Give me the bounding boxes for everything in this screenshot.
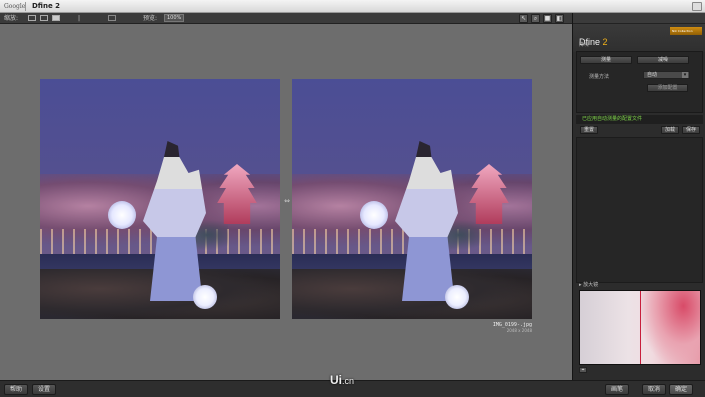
cancel-button[interactable]: 取消 — [642, 384, 666, 395]
add-profile-button[interactable]: 添加配置 — [647, 84, 688, 92]
save-button[interactable]: 保存 — [682, 126, 700, 134]
load-button[interactable]: 加载 — [661, 126, 679, 134]
processed-photo[interactable] — [292, 79, 532, 319]
foreground-color-icon[interactable]: ◧ — [555, 14, 564, 23]
single-view-icon[interactable] — [28, 15, 36, 21]
method-label: 测量方法 — [589, 74, 610, 80]
preview-zoom-dropdown[interactable]: 100% — [164, 14, 184, 22]
settings-button[interactable]: 设置 — [32, 384, 56, 395]
loupe-preview[interactable] — [579, 290, 701, 365]
measure-noise-button[interactable]: 测量 — [580, 56, 632, 64]
ok-button[interactable]: 确定 — [669, 384, 693, 395]
reset-button[interactable]: 重置 — [580, 126, 598, 134]
split-view-icon[interactable] — [40, 15, 48, 21]
sync-views-icon[interactable]: ⇔ — [283, 198, 291, 205]
panel-top-bar — [573, 13, 705, 24]
panel-header: Dfine 2 Nik Collection — [573, 24, 705, 52]
status-message: 已应用自动测量的配置文件 — [576, 115, 703, 124]
zoom-label: 缩放: — [4, 15, 19, 22]
google-label: Google — [4, 3, 26, 10]
background-color-icon[interactable]: ■ — [543, 14, 552, 23]
file-dimensions: 2048 x 2048 — [506, 328, 532, 333]
toolbar: 缩放: | 预览: 100% ↖ ⌕ ■ ◧ — [0, 13, 572, 24]
preview-canvas: ⇔ IMG_0199-.jpg 2048 x 2048 — [0, 24, 572, 380]
app-title: Dfine 2 — [32, 2, 61, 10]
side-by-side-view-icon[interactable] — [52, 15, 60, 21]
method-select[interactable]: 自动 ▾ — [643, 71, 690, 79]
collection-badge: Nik Collection — [670, 27, 702, 35]
title-separator — [25, 2, 26, 11]
noise-box: 测量 减噪 测量方法 自动 ▾ 添加配置 — [576, 51, 703, 113]
brush-button[interactable]: 画笔 — [605, 384, 629, 395]
hand-tool-icon[interactable]: ↖ — [519, 14, 528, 23]
help-button[interactable]: 帮助 — [4, 384, 28, 395]
title-bar: Google Dfine 2 — [0, 0, 705, 13]
preview-label: 预览: — [143, 15, 158, 22]
loupe-title: ▸ 放大镜 — [579, 282, 599, 288]
site-watermark: Ui.cn — [330, 373, 355, 387]
toggle-preview-icon[interactable] — [108, 15, 116, 21]
chevron-down-icon: ▾ — [682, 72, 688, 78]
zoom-tool-icon[interactable]: ⌕ — [531, 14, 540, 23]
panel-content-area — [576, 137, 703, 283]
loupe-pin-icon[interactable]: ⌖ — [579, 367, 587, 373]
toolbar-divider: | — [78, 15, 81, 22]
settings-panel: Dfine 2 Nik Collection 降噪 测量 减噪 测量方法 自动 ▾… — [572, 13, 705, 380]
reduce-noise-button[interactable]: 减噪 — [637, 56, 689, 64]
window-restore-icon[interactable] — [692, 2, 702, 11]
original-photo[interactable] — [40, 79, 280, 319]
section-title: 降噪 — [579, 42, 590, 48]
